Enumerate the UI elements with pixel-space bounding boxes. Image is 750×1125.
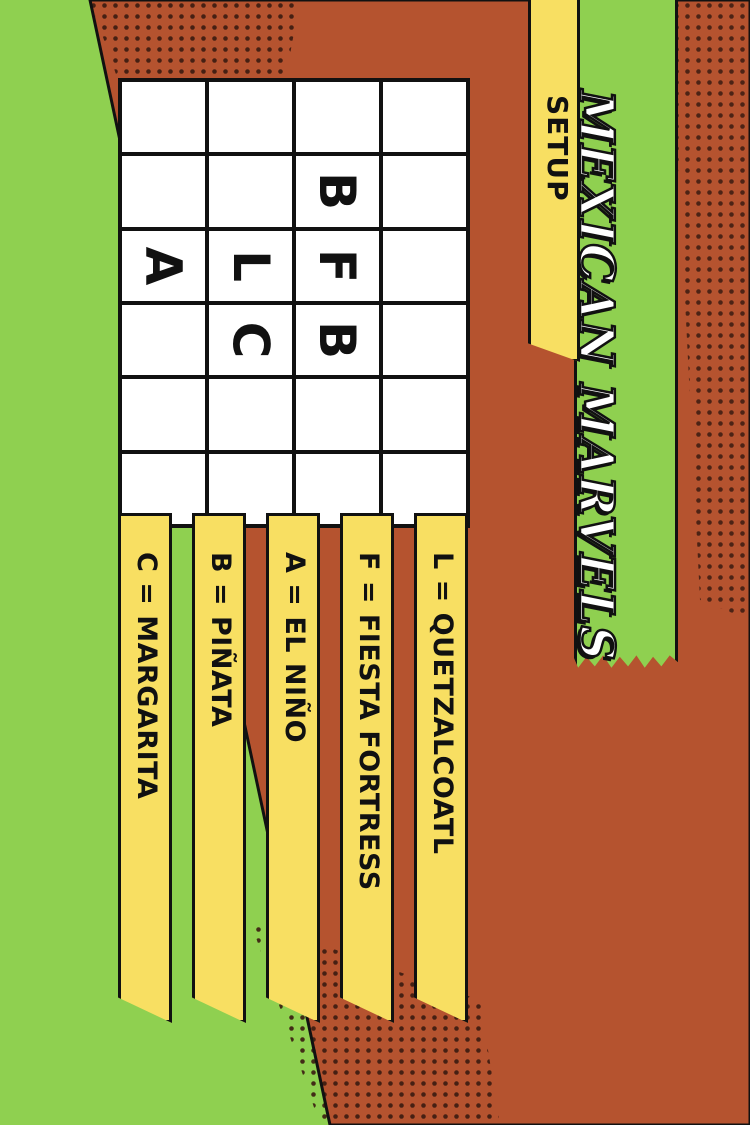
legend-label-margarita: C = Margarita [131,552,162,800]
legend-label-el-nino: A = El Niño [279,552,310,744]
grid-cell[interactable] [209,156,292,227]
setup-tab-label[interactable]: Setup [541,95,574,202]
grid-cell[interactable]: C [209,305,292,376]
grid-cell[interactable] [122,305,205,376]
grid-cell[interactable] [383,305,466,376]
grid-cell[interactable] [122,156,205,227]
grid-cell[interactable] [209,379,292,450]
grid-cell[interactable]: B [296,305,379,376]
grid-cell[interactable]: F [296,230,379,301]
puzzle-grid: B A L F C B [118,78,470,528]
legend-label-fiesta-fortress: F = Fiesta Fortress [353,552,384,891]
grid-cell[interactable]: A [122,230,205,301]
grid-cell[interactable] [383,230,466,301]
grid-cell[interactable] [383,379,466,450]
grid-cell[interactable] [296,82,379,153]
legend-label-quetzalcoatl: L = Quetzalcoatl [427,552,458,855]
grid-cell[interactable]: B [296,156,379,227]
grid-cell[interactable] [122,379,205,450]
grid-cell[interactable] [122,82,205,153]
grid-cell[interactable]: L [209,230,292,301]
grid-cell[interactable] [383,156,466,227]
legend-label-pinata: B = Piñata [205,552,236,728]
grid-cell[interactable] [296,379,379,450]
grid-cell[interactable] [383,82,466,153]
grid-cell[interactable] [209,82,292,153]
